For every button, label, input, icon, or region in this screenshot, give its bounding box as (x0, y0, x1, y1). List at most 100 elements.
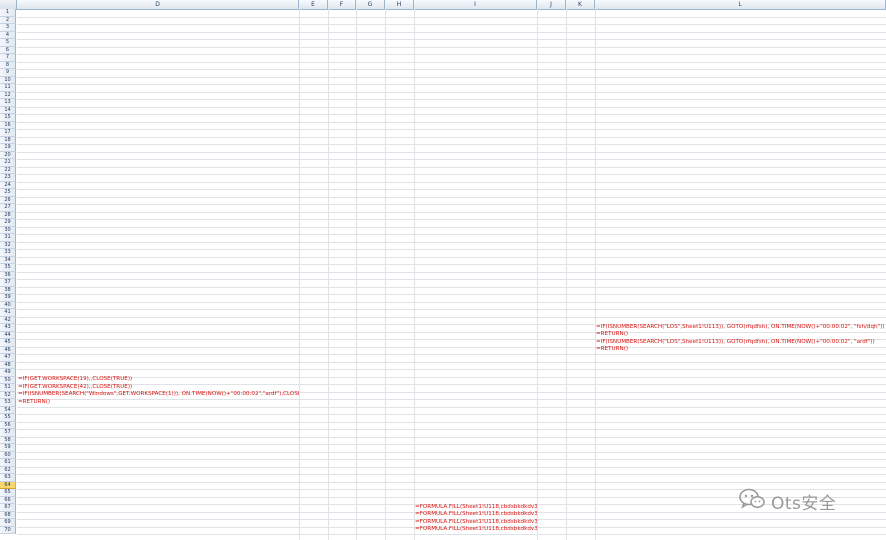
row-header-54[interactable]: 54 (0, 406, 16, 414)
cell-d50[interactable]: =IF(GET.WORKSPACE(42),,CLOSE(TRUE)) (18, 384, 299, 391)
column-header-f[interactable]: F (328, 0, 356, 9)
row-header-42[interactable]: 42 (0, 316, 16, 324)
row-header-5[interactable]: 5 (0, 39, 16, 47)
row-header-53[interactable]: 53 (0, 399, 16, 407)
row-header-10[interactable]: 10 (0, 76, 16, 84)
cell-i69[interactable]: =FORMULA.FILL(Sheet1!U118,cbdsbkdkdv3f) (415, 526, 537, 533)
row-header-14[interactable]: 14 (0, 106, 16, 114)
column-header-j[interactable]: J (537, 0, 566, 9)
column-header-h[interactable]: H (385, 0, 414, 9)
column-header-g[interactable]: G (356, 0, 385, 9)
row-header-31[interactable]: 31 (0, 234, 16, 242)
row-header-41[interactable]: 41 (0, 309, 16, 317)
row-header-26[interactable]: 26 (0, 196, 16, 204)
row-header-24[interactable]: 24 (0, 181, 16, 189)
row-header-17[interactable]: 17 (0, 129, 16, 137)
row-header-22[interactable]: 22 (0, 166, 16, 174)
row-header-15[interactable]: 15 (0, 114, 16, 122)
row-header-37[interactable]: 37 (0, 279, 16, 287)
row-header-62[interactable]: 62 (0, 466, 16, 474)
row-header-70[interactable]: 70 (0, 526, 16, 534)
row-header-28[interactable]: 28 (0, 211, 16, 219)
column-header-i[interactable]: I (414, 0, 537, 9)
row-header-59[interactable]: 59 (0, 444, 16, 452)
row-header-21[interactable]: 21 (0, 159, 16, 167)
row-header-34[interactable]: 34 (0, 256, 16, 264)
row-header-64[interactable]: 64 (0, 481, 16, 489)
row-header-65[interactable]: 65 (0, 489, 16, 497)
row-header-43[interactable]: 43 (0, 324, 16, 332)
row-header-35[interactable]: 35 (0, 264, 16, 272)
row-gridline (17, 361, 886, 363)
row-header-29[interactable]: 29 (0, 219, 16, 227)
row-header-44[interactable]: 44 (0, 331, 16, 339)
cell-i66[interactable]: =FORMULA.FILL(Sheet1!U118,cbdsbkdkdv3f) (415, 504, 537, 511)
cell-d52[interactable]: =RETURN() (18, 399, 299, 406)
row-header-50[interactable]: 50 (0, 376, 16, 384)
row-gridline (17, 369, 886, 370)
row-header-1[interactable]: 1 (0, 9, 16, 17)
row-header-68[interactable]: 68 (0, 511, 16, 519)
row-header-52[interactable]: 52 (0, 391, 16, 399)
row-header-12[interactable]: 12 (0, 91, 16, 99)
row-header-38[interactable]: 38 (0, 286, 16, 294)
select-all-corner[interactable] (0, 0, 17, 9)
row-header-30[interactable]: 30 (0, 226, 16, 234)
row-header-57[interactable]: 57 (0, 429, 16, 437)
row-header-11[interactable]: 11 (0, 84, 16, 92)
row-header-4[interactable]: 4 (0, 31, 16, 39)
row-header-25[interactable]: 25 (0, 189, 16, 197)
column-gridline (537, 9, 538, 540)
row-header-23[interactable]: 23 (0, 174, 16, 182)
row-header-66[interactable]: 66 (0, 496, 16, 504)
cell-d49[interactable]: =IF(GET.WORKSPACE(19),,CLOSE(TRUE)) (18, 376, 299, 383)
row-header-48[interactable]: 48 (0, 361, 16, 369)
row-header-36[interactable]: 36 (0, 271, 16, 279)
cell-l42[interactable]: =IF(ISNUMBER(SEARCH("LOS",Sheet1!U113)),… (596, 324, 885, 331)
column-header-l[interactable]: L (595, 0, 886, 9)
row-gridline (17, 114, 886, 115)
row-header-56[interactable]: 56 (0, 421, 16, 429)
row-gridline (17, 256, 886, 258)
row-header-61[interactable]: 61 (0, 459, 16, 467)
row-header-9[interactable]: 9 (0, 69, 16, 77)
row-header-27[interactable]: 27 (0, 204, 16, 212)
row-header-69[interactable]: 69 (0, 519, 16, 527)
row-header-46[interactable]: 46 (0, 346, 16, 354)
row-header-2[interactable]: 2 (0, 16, 16, 24)
row-header-40[interactable]: 40 (0, 301, 16, 309)
cell-l44[interactable]: =IF(ISNUMBER(SEARCH("LOS",Sheet1!U113)),… (596, 339, 885, 346)
row-header-47[interactable]: 47 (0, 354, 16, 362)
row-header-45[interactable]: 45 (0, 339, 16, 347)
column-header-k[interactable]: K (566, 0, 595, 9)
row-header-60[interactable]: 60 (0, 451, 16, 459)
row-header-18[interactable]: 18 (0, 136, 16, 144)
row-header-8[interactable]: 8 (0, 61, 16, 69)
cell-d51[interactable]: =IF(ISNUMBER(SEARCH("Windows",GET.WORKSP… (18, 391, 299, 398)
row-header-33[interactable]: 33 (0, 249, 16, 257)
cell-l43[interactable]: =RETURN() (596, 331, 885, 338)
cell-i67[interactable]: =FORMULA.FILL(Sheet1!U118,cbdsbkdkdv3f) (415, 511, 537, 518)
cell-i68[interactable]: =FORMULA.FILL(Sheet1!U118,cbdsbkdkdv3f) (415, 519, 537, 526)
row-header-55[interactable]: 55 (0, 414, 16, 422)
row-header-7[interactable]: 7 (0, 54, 16, 62)
cell-l45[interactable]: =RETURN() (596, 346, 885, 353)
row-header-16[interactable]: 16 (0, 121, 16, 129)
column-header-d[interactable]: D (17, 0, 299, 9)
row-header-39[interactable]: 39 (0, 294, 16, 302)
row-header-32[interactable]: 32 (0, 241, 16, 249)
row-header-19[interactable]: 19 (0, 144, 16, 152)
row-header-49[interactable]: 49 (0, 369, 16, 377)
row-header-3[interactable]: 3 (0, 24, 16, 32)
column-header-e[interactable]: E (299, 0, 328, 9)
row-header-20[interactable]: 20 (0, 151, 16, 159)
row-gridline (17, 46, 886, 48)
row-gridline (17, 309, 886, 310)
row-header-13[interactable]: 13 (0, 99, 16, 107)
row-header-58[interactable]: 58 (0, 436, 16, 444)
row-header-51[interactable]: 51 (0, 384, 16, 392)
row-header-67[interactable]: 67 (0, 504, 16, 512)
row-header-6[interactable]: 6 (0, 46, 16, 54)
spreadsheet-grid[interactable]: D E F G H I J K L 1 2 3 4 5 6 7 8 9 10 11 12 13 14 15 1… (0, 0, 886, 540)
row-header-63[interactable]: 63 (0, 474, 16, 482)
